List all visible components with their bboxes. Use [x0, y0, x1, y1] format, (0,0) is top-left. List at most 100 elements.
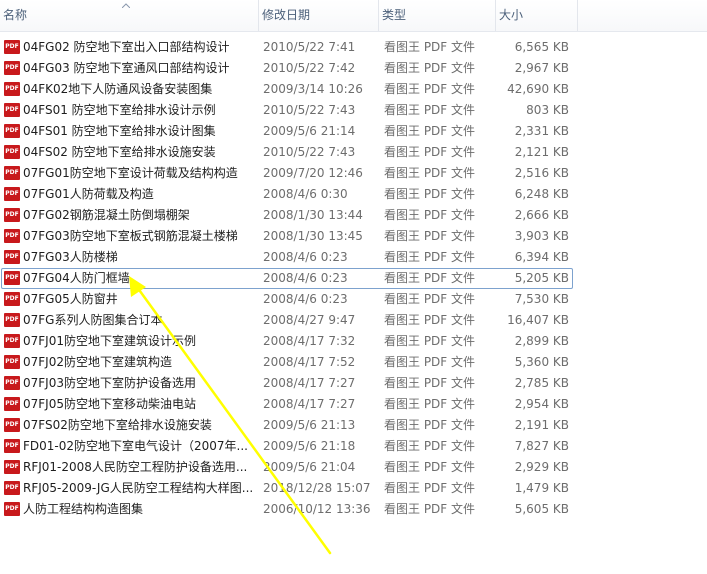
file-row[interactable]: PDF 07FG03人防楼梯 2008/4/6 0:23 看图王 PDF 文件 6,39…	[0, 247, 707, 268]
file-size: 6,394 KB	[514, 250, 569, 264]
file-name: 07FG01防空地下室设计荷载及结构构造	[23, 166, 238, 180]
file-row[interactable]: PDF 07FG系列人防图集合订本 2008/4/27 9:47 看图王 PDF 文件…	[0, 310, 707, 331]
file-name: 04FG02 防空地下室出入口部结构设计	[23, 40, 230, 54]
file-row[interactable]: PDF 07FG03防空地下室板式钢筋混凝土楼梯 2008/1/30 13:45 看图…	[0, 226, 707, 247]
file-modified-date: 2008/1/30 13:44	[263, 208, 363, 222]
file-size: 6,248 KB	[514, 187, 569, 201]
file-name: 04FS01 防空地下室给排水设计图集	[23, 124, 216, 138]
file-type: 看图王 PDF 文件	[384, 250, 476, 264]
file-size: 2,899 KB	[514, 334, 569, 348]
file-type: 看图王 PDF 文件	[384, 40, 476, 54]
file-row[interactable]: PDF 07FJ02防空地下室建筑构造 2008/4/17 7:52 看图王 PDF …	[0, 352, 707, 373]
file-modified-date: 2008/4/17 7:27	[263, 376, 356, 390]
file-size: 7,827 KB	[514, 439, 569, 453]
file-size: 3,903 KB	[514, 229, 569, 243]
file-row[interactable]: PDF 07FG05人防窗井 2008/4/6 0:23 看图王 PDF 文件 7,53…	[0, 289, 707, 310]
file-size: 5,205 KB	[514, 271, 569, 285]
file-row[interactable]: PDF 人防工程结构构造图集 2006/10/12 13:36 看图王 PDF 文件 5…	[0, 499, 707, 520]
column-header-modified[interactable]: 修改日期	[258, 0, 378, 31]
file-row[interactable]: PDF 07FG01人防荷载及构造 2008/4/6 0:30 看图王 PDF 文件 6…	[0, 184, 707, 205]
file-row[interactable]: PDF 07FG02钢筋混凝土防倒塌棚架 2008/1/30 13:44 看图王 PD…	[0, 205, 707, 226]
file-modified-date: 2006/10/12 13:36	[263, 502, 371, 516]
column-header-size-label: 大小	[499, 8, 524, 22]
file-size: 2,785 KB	[514, 376, 569, 390]
file-size: 2,666 KB	[514, 208, 569, 222]
file-modified-date: 2010/5/22 7:43	[263, 145, 356, 159]
pdf-file-icon: PDF	[4, 271, 20, 285]
column-header-bar: 名称 修改日期 类型 大小	[0, 0, 707, 32]
file-type: 看图王 PDF 文件	[384, 481, 476, 495]
file-size: 5,605 KB	[514, 502, 569, 516]
pdf-file-icon: PDF	[4, 376, 20, 390]
file-row[interactable]: PDF RFJ05-2009-JG人民防空工程结构大样图... 2018/12/28…	[0, 478, 707, 499]
file-type: 看图王 PDF 文件	[384, 376, 476, 390]
file-row[interactable]: PDF 04FS02 防空地下室给排水设施安装 2010/5/22 7:43 看图王 …	[0, 142, 707, 163]
file-type: 看图王 PDF 文件	[384, 124, 476, 138]
file-modified-date: 2009/5/6 21:14	[263, 124, 356, 138]
file-row[interactable]: PDF 04FS01 防空地下室给排水设计示例 2010/5/22 7:43 看图王 …	[0, 100, 707, 121]
file-name: 07FG02钢筋混凝土防倒塌棚架	[23, 208, 190, 222]
file-modified-date: 2010/5/22 7:41	[263, 40, 356, 54]
file-row[interactable]: PDF 07FS02防空地下室给排水设施安装 2009/5/6 21:13 看图王 P…	[0, 415, 707, 436]
file-type: 看图王 PDF 文件	[384, 187, 476, 201]
pdf-file-icon: PDF	[4, 481, 20, 495]
file-type: 看图王 PDF 文件	[384, 229, 476, 243]
file-modified-date: 2009/5/6 21:13	[263, 418, 356, 432]
pdf-file-icon: PDF	[4, 502, 20, 516]
file-size: 2,191 KB	[514, 418, 569, 432]
file-explorer-window: 名称 修改日期 类型 大小 PDF 04FG02 防空地下室出入口部结构设计 201…	[0, 0, 707, 574]
file-type: 看图王 PDF 文件	[384, 460, 476, 474]
file-row[interactable]: PDF 07FJ01防空地下室建筑设计示例 2008/4/17 7:32 看图王 PD…	[0, 331, 707, 352]
file-modified-date: 2009/7/20 12:46	[263, 166, 363, 180]
file-row[interactable]: PDF 04FG03 防空地下室通风口部结构设计 2010/5/22 7:42 看图王…	[0, 58, 707, 79]
file-name: 07FJ05防空地下室移动柴油电站	[23, 397, 196, 411]
file-row[interactable]: PDF RFJ01-2008人民防空工程防护设备选用... 2009/5/6 21:…	[0, 457, 707, 478]
file-name: 04FG03 防空地下室通风口部结构设计	[23, 61, 230, 75]
file-type: 看图王 PDF 文件	[384, 145, 476, 159]
file-name: 07FJ02防空地下室建筑构造	[23, 355, 172, 369]
file-modified-date: 2008/4/17 7:52	[263, 355, 356, 369]
file-type: 看图王 PDF 文件	[384, 439, 476, 453]
column-header-size[interactable]: 大小	[495, 0, 577, 31]
column-header-name[interactable]: 名称	[0, 0, 258, 31]
file-row[interactable]: PDF FD01-02防空地下室电气设计（2007年... 2009/5/6 21:…	[0, 436, 707, 457]
file-row[interactable]: PDF 04FS01 防空地下室给排水设计图集 2009/5/6 21:14 看图王 …	[0, 121, 707, 142]
sort-up-arrow-icon	[122, 3, 130, 8]
file-name: 07FG01人防荷载及构造	[23, 187, 154, 201]
file-row[interactable]: PDF 07FJ05防空地下室移动柴油电站 2008/4/17 7:27 看图王 PD…	[0, 394, 707, 415]
file-row[interactable]: PDF 04FK02地下人防通风设备安装图集 2009/3/14 10:26 看图王 …	[0, 79, 707, 100]
file-name: 07FJ03防空地下室防护设备选用	[23, 376, 196, 390]
file-row[interactable]: PDF 04FG02 防空地下室出入口部结构设计 2010/5/22 7:41 看图王…	[0, 37, 707, 58]
file-size: 42,690 KB	[507, 82, 569, 96]
file-row[interactable]: PDF 07FG04人防门框墙 2008/4/6 0:23 看图王 PDF 文件 5,2…	[0, 268, 707, 289]
file-size: 2,967 KB	[514, 61, 569, 75]
file-size: 7,530 KB	[514, 292, 569, 306]
file-size: 2,331 KB	[514, 124, 569, 138]
file-name: 人防工程结构构造图集	[23, 502, 144, 516]
file-name: 07FG03人防楼梯	[23, 250, 118, 264]
file-name: RFJ01-2008人民防空工程防护设备选用...	[23, 460, 248, 474]
file-modified-date: 2010/5/22 7:42	[263, 61, 356, 75]
pdf-file-icon: PDF	[4, 40, 20, 54]
file-name: 07FG04人防门框墙	[23, 271, 130, 285]
pdf-file-icon: PDF	[4, 103, 20, 117]
file-modified-date: 2018/12/28 15:07	[263, 481, 371, 495]
file-type: 看图王 PDF 文件	[384, 166, 476, 180]
column-header-type[interactable]: 类型	[378, 0, 495, 31]
file-size: 2,954 KB	[514, 397, 569, 411]
file-name: 04FK02地下人防通风设备安装图集	[23, 82, 213, 96]
column-header-empty	[577, 0, 707, 31]
file-row[interactable]: PDF 07FJ03防空地下室防护设备选用 2008/4/17 7:27 看图王 PD…	[0, 373, 707, 394]
file-modified-date: 2008/4/6 0:23	[263, 250, 348, 264]
file-row[interactable]: PDF 07FG01防空地下室设计荷载及结构构造 2009/7/20 12:46 看图…	[0, 163, 707, 184]
file-type: 看图王 PDF 文件	[384, 502, 476, 516]
file-name: 04FS02 防空地下室给排水设施安装	[23, 145, 216, 159]
file-modified-date: 2009/5/6 21:04	[263, 460, 356, 474]
pdf-file-icon: PDF	[4, 208, 20, 222]
pdf-file-icon: PDF	[4, 124, 20, 138]
file-size: 2,121 KB	[514, 145, 569, 159]
file-type: 看图王 PDF 文件	[384, 103, 476, 117]
file-modified-date: 2008/4/17 7:32	[263, 334, 356, 348]
pdf-file-icon: PDF	[4, 292, 20, 306]
pdf-file-icon: PDF	[4, 250, 20, 264]
